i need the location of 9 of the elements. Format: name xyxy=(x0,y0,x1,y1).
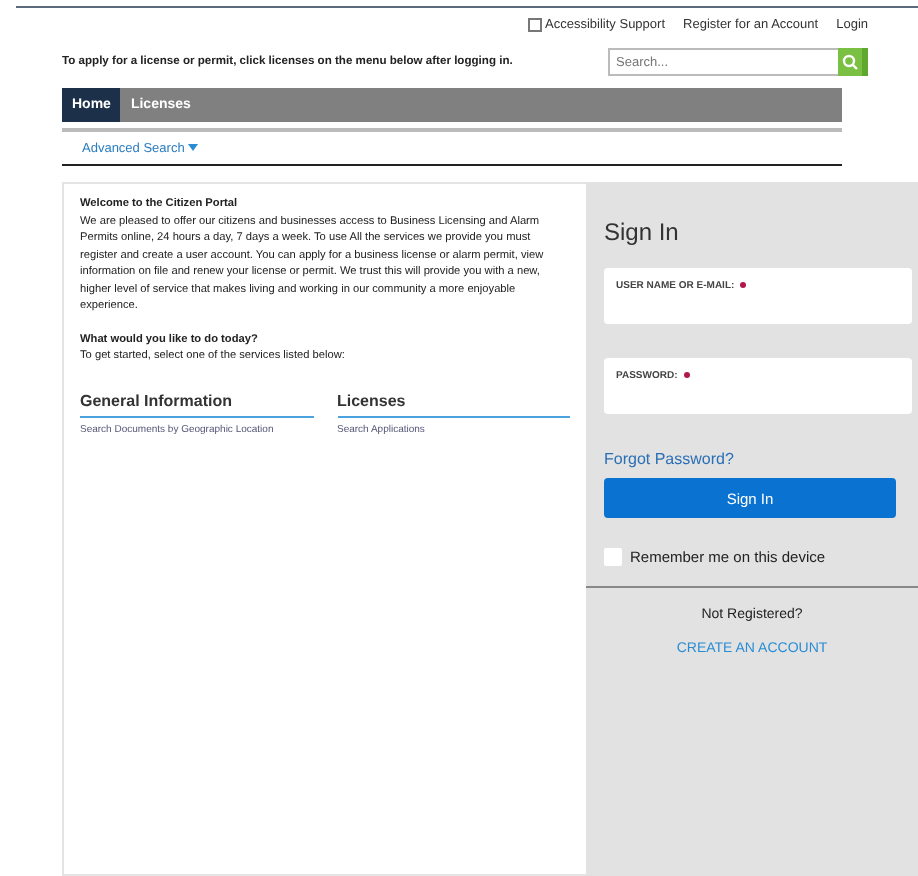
search-dropdown-button[interactable] xyxy=(862,48,868,76)
remember-checkbox[interactable] xyxy=(604,548,622,566)
search-button[interactable] xyxy=(838,48,862,76)
forgot-password-link[interactable]: Forgot Password? xyxy=(604,450,918,468)
sign-in-title: Sign In xyxy=(604,218,681,246)
service-heading: General Information xyxy=(80,391,313,417)
search-icon xyxy=(842,54,858,70)
service-heading: Licenses xyxy=(337,391,570,417)
caret-icon xyxy=(188,144,199,152)
